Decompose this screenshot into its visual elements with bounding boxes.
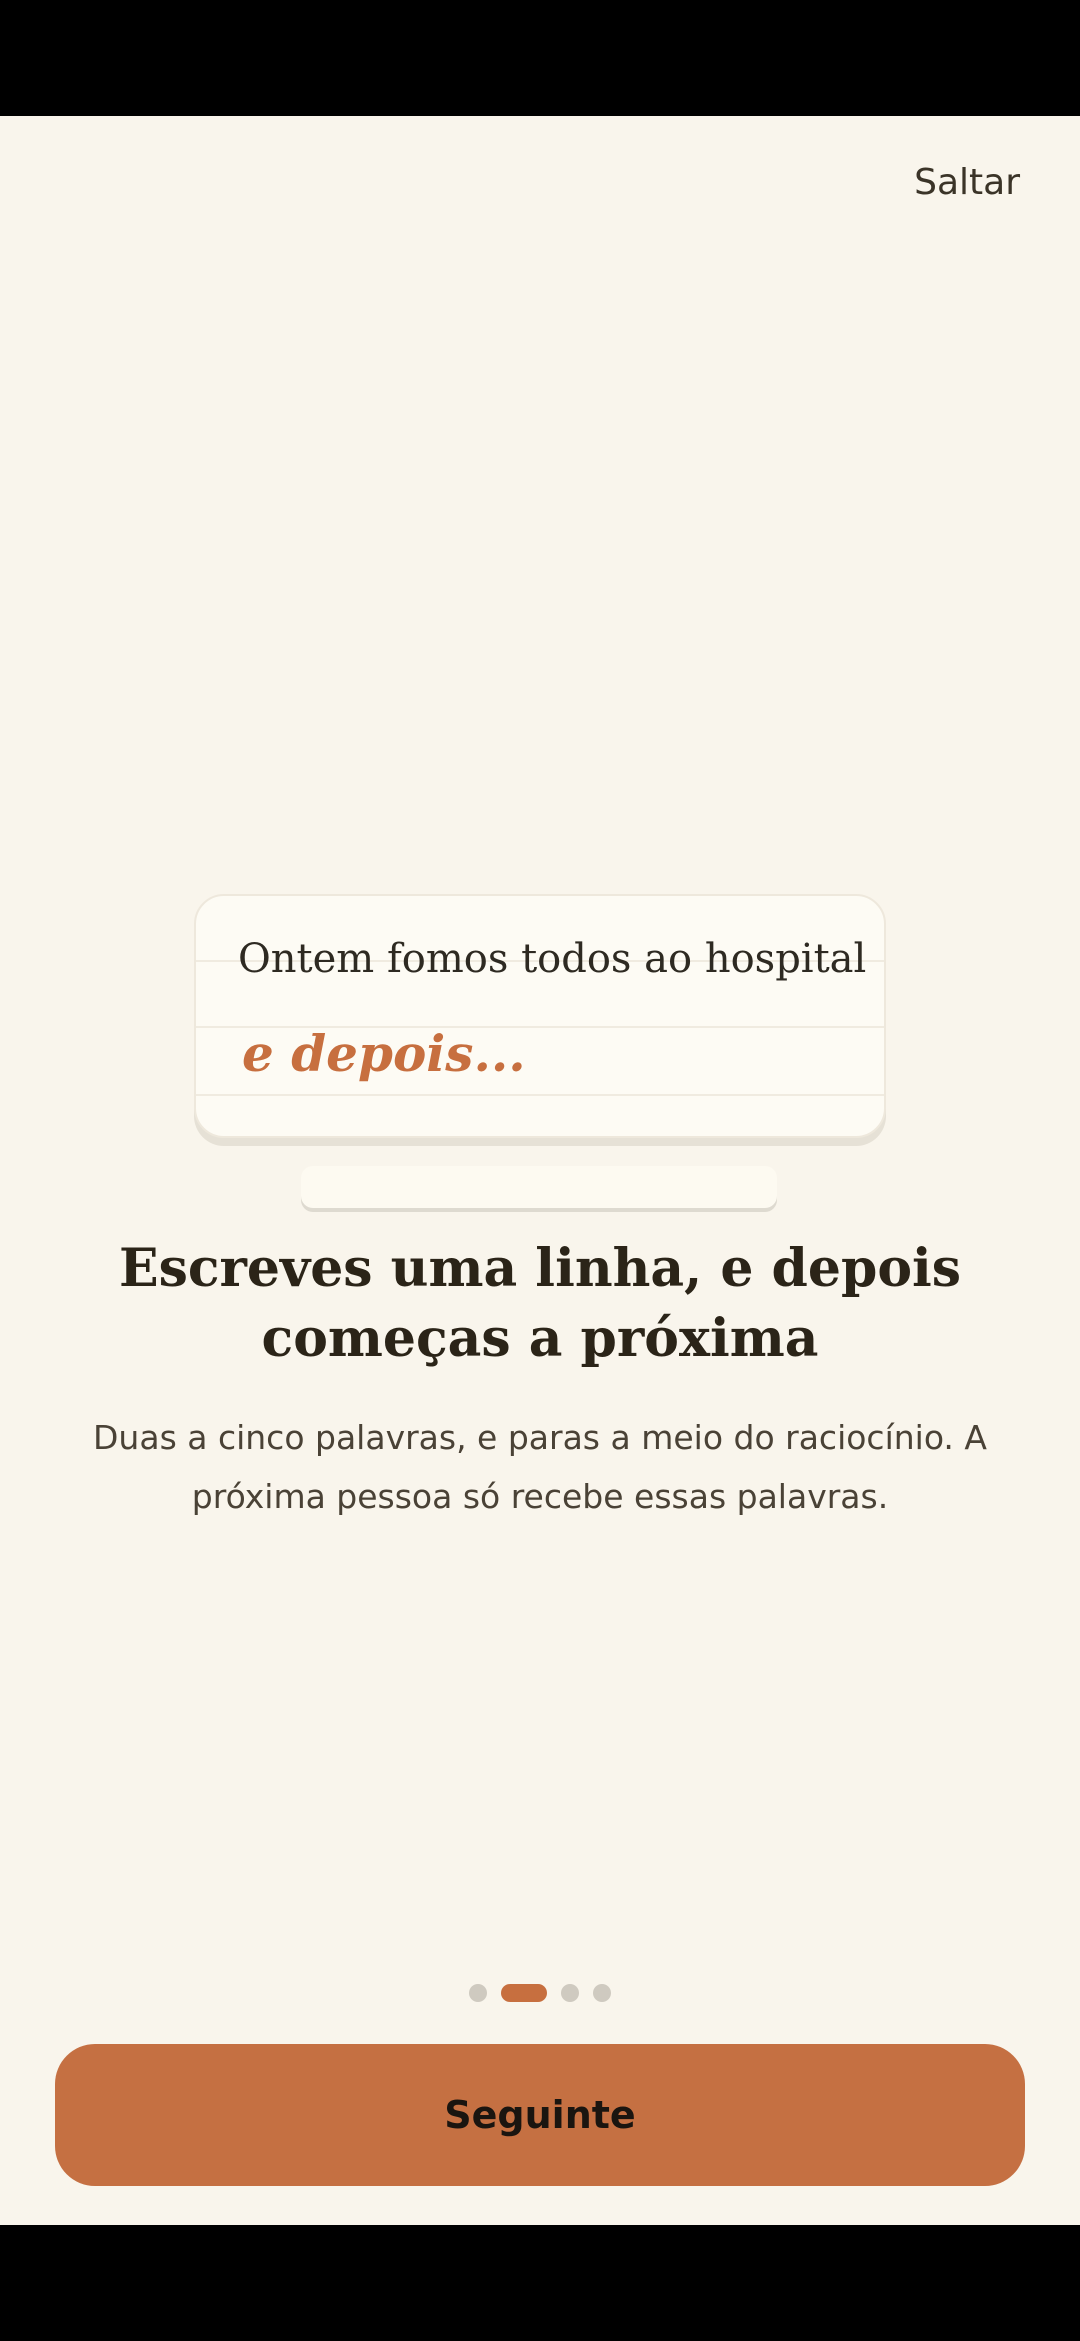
page-title-line-1: Escreves uma linha, e depois (118, 1238, 962, 1299)
page-dot (593, 1984, 611, 2002)
page-dot (469, 1984, 487, 2002)
page-dot-active (501, 1984, 547, 2002)
page-description: Duas a cinco palavras, e paras a meio do… (60, 1408, 1020, 1526)
page-dot (561, 1984, 579, 2002)
skip-button[interactable]: Saltar (914, 162, 1020, 203)
onboarding-screen: Saltar Ontem fomos todos ao hospital e d… (0, 116, 1080, 2225)
page-description-line-2: próxima pessoa só recebe essas palavras. (191, 1477, 889, 1516)
status-bar (0, 0, 1080, 116)
card-previous-line: Ontem fomos todos ao hospital (238, 936, 867, 982)
card-next-line: e depois... (242, 1024, 526, 1083)
card-rule-line (196, 1094, 884, 1096)
page-title-line-2: começas a próxima (261, 1308, 819, 1369)
navigation-bar (0, 2225, 1080, 2341)
next-button[interactable]: Seguinte (55, 2044, 1025, 2186)
stacked-card-back (301, 1166, 777, 1208)
page-indicator (0, 1984, 1080, 2002)
story-card-illustration: Ontem fomos todos ao hospital e depois..… (194, 776, 888, 1208)
page-description-line-1: Duas a cinco palavras, e paras a meio do… (93, 1418, 987, 1457)
page-title: Escreves uma linha, e depois começas a p… (60, 1234, 1020, 1374)
story-card: Ontem fomos todos ao hospital e depois..… (194, 894, 886, 1138)
